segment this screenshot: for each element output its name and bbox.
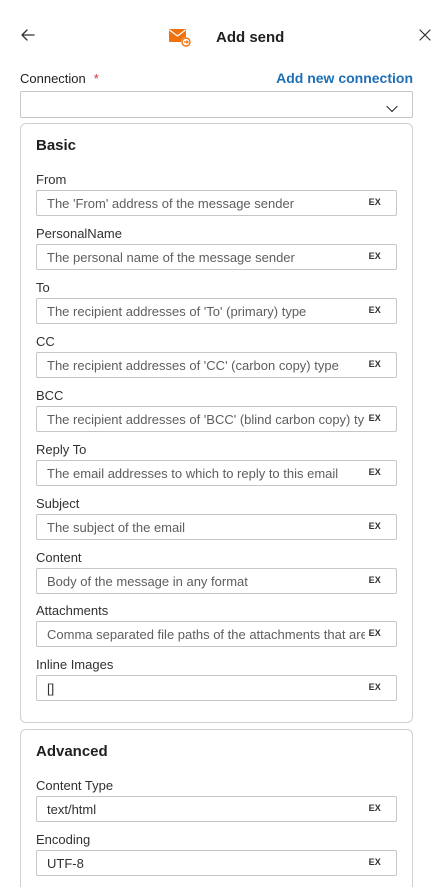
content-type-input[interactable]: text/html EX	[36, 796, 397, 822]
field-label: PersonalName	[36, 226, 122, 241]
expression-button[interactable]: EX	[369, 359, 381, 369]
expression-button[interactable]: EX	[369, 251, 381, 261]
field-placeholder: Body of the message in any format	[47, 574, 248, 589]
reply-to-input[interactable]: The email addresses to which to reply to…	[36, 460, 397, 486]
field-label: Reply To	[36, 442, 87, 457]
field-placeholder: The email addresses to which to reply to…	[47, 466, 339, 481]
field-from: From The 'From' address of the message s…	[36, 172, 398, 224]
connection-row: Connection * Add new connection	[20, 70, 413, 90]
required-mark: *	[93, 71, 99, 86]
inline-images-input[interactable]: [] EX	[36, 675, 397, 701]
field-value: UTF-8	[47, 856, 84, 871]
field-label: Inline Images	[36, 657, 114, 672]
expression-button[interactable]: EX	[369, 197, 381, 207]
attachments-input[interactable]: Comma separated file paths of the attach…	[36, 621, 397, 647]
expression-button[interactable]: EX	[369, 413, 381, 423]
close-icon[interactable]	[418, 28, 432, 42]
field-label: Subject	[36, 496, 80, 511]
field-value: []	[47, 681, 55, 696]
field-to: To The recipient addresses of 'To' (prim…	[36, 280, 398, 332]
field-reply-to: Reply To The email addresses to which to…	[36, 442, 398, 494]
field-placeholder: The personal name of the message sender	[47, 250, 295, 265]
to-input[interactable]: The recipient addresses of 'To' (primary…	[36, 298, 397, 324]
expression-button[interactable]: EX	[369, 467, 381, 477]
field-placeholder: Comma separated file paths of the attach…	[47, 627, 365, 642]
field-label: Encoding	[36, 832, 91, 847]
field-label: CC	[36, 334, 55, 349]
expression-button[interactable]: EX	[369, 575, 381, 585]
email-send-icon	[168, 25, 192, 49]
field-cc: CC The recipient addresses of 'CC' (carb…	[36, 334, 398, 386]
field-label: Content	[36, 550, 82, 565]
from-input[interactable]: The 'From' address of the message sender…	[36, 190, 397, 216]
panel-title: Add send	[216, 28, 285, 46]
basic-section-title: Basic	[36, 137, 77, 154]
field-label: Attachments	[36, 603, 109, 618]
add-new-connection-link[interactable]: Add new connection	[276, 70, 413, 86]
bcc-input[interactable]: The recipient addresses of 'BCC' (blind …	[36, 406, 397, 432]
expression-button[interactable]: EX	[369, 628, 381, 638]
connection-label: Connection *	[20, 71, 99, 86]
expression-button[interactable]: EX	[369, 857, 381, 867]
expression-button[interactable]: EX	[369, 682, 381, 692]
field-placeholder: The recipient addresses of 'To' (primary…	[47, 304, 307, 319]
connection-label-text: Connection	[20, 71, 86, 86]
field-content-type: Content Type text/html EX	[36, 778, 398, 830]
field-subject: Subject The subject of the email EX	[36, 496, 398, 548]
cc-input[interactable]: The recipient addresses of 'CC' (carbon …	[36, 352, 397, 378]
advanced-section: Advanced Content Type text/html EX Encod…	[20, 729, 413, 887]
field-personal-name: PersonalName The personal name of the me…	[36, 226, 398, 278]
content-input[interactable]: Body of the message in any format EX	[36, 568, 397, 594]
field-bcc: BCC The recipient addresses of 'BCC' (bl…	[36, 388, 398, 440]
panel-title-wrap: Add send	[168, 22, 284, 52]
back-arrow-icon[interactable]	[18, 25, 38, 45]
chevron-down-icon	[386, 100, 398, 113]
field-placeholder: The subject of the email	[47, 520, 186, 535]
expression-button[interactable]: EX	[369, 305, 381, 315]
field-content: Content Body of the message in any forma…	[36, 550, 398, 602]
expression-button[interactable]: EX	[369, 803, 381, 813]
field-label: From	[36, 172, 67, 187]
subject-input[interactable]: The subject of the email EX	[36, 514, 397, 540]
field-placeholder: The 'From' address of the message sender	[47, 196, 295, 211]
field-placeholder: The recipient addresses of 'CC' (carbon …	[47, 358, 339, 373]
personal-name-input[interactable]: The personal name of the message sender …	[36, 244, 397, 270]
field-label: Content Type	[36, 778, 114, 793]
field-placeholder: The recipient addresses of 'BCC' (blind …	[47, 412, 365, 427]
field-label: BCC	[36, 388, 64, 403]
basic-section: Basic From The 'From' address of the mes…	[20, 123, 413, 723]
encoding-input[interactable]: UTF-8 EX	[36, 850, 397, 876]
field-attachments: Attachments Comma separated file paths o…	[36, 603, 398, 655]
field-inline-images: Inline Images [] EX	[36, 657, 398, 709]
field-encoding: Encoding UTF-8 EX	[36, 832, 398, 884]
field-value: text/html	[47, 802, 97, 817]
expression-button[interactable]: EX	[369, 521, 381, 531]
panel-header: Add send	[0, 0, 434, 72]
advanced-section-title: Advanced	[36, 743, 108, 760]
connection-dropdown[interactable]	[20, 91, 413, 118]
field-label: To	[36, 280, 50, 295]
